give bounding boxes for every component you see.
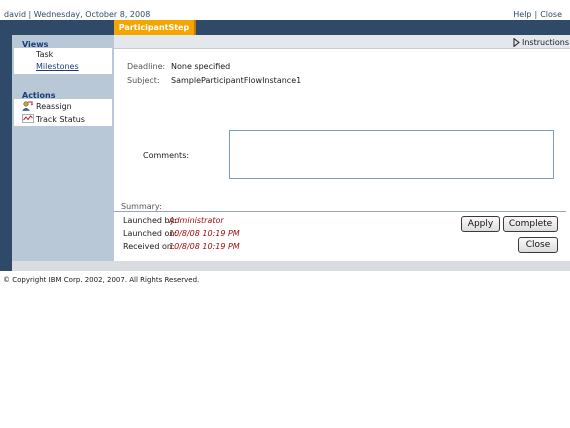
instructions-bar: [114, 35, 570, 49]
apply-button[interactable]: Apply: [461, 216, 500, 232]
tab-participant-step[interactable]: ParticipantStep: [114, 20, 196, 35]
comments-textarea[interactable]: [229, 130, 554, 179]
help-link[interactable]: Help: [513, 10, 531, 19]
reassign-icon[interactable]: [22, 101, 33, 111]
track-status-action[interactable]: Track Status: [36, 115, 85, 124]
frame-bottom-bar: [0, 261, 570, 271]
close-link[interactable]: Close: [540, 10, 562, 19]
summary-divider: [114, 211, 566, 212]
track-status-icon[interactable]: [22, 114, 34, 123]
sidebar-item-task[interactable]: Task: [36, 50, 53, 59]
frame-bottom-corner: [0, 261, 12, 271]
comments-label: Comments:: [143, 151, 190, 160]
received-on-value: 10/8/08 10:19 PM: [169, 242, 240, 251]
header-links: Help | Close: [513, 10, 562, 19]
subject-value: SampleParticipantFlowInstance1: [171, 76, 302, 85]
subject-label: Subject:: [127, 76, 160, 85]
received-on-label: Received on:: [123, 242, 175, 251]
sidebar-item-milestones[interactable]: Milestones: [36, 62, 79, 71]
copyright-text: © Copyright IBM Corp. 2002, 2007. All Ri…: [3, 276, 200, 284]
frame-top-bar: [12, 20, 570, 35]
frame-left-bar: [0, 20, 12, 271]
close-button[interactable]: Close: [518, 237, 558, 253]
summary-heading: Summary:: [121, 202, 162, 211]
user-date-text: david | Wednesday, October 8, 2008: [4, 10, 151, 19]
header-separator: |: [534, 10, 538, 19]
instructions-link[interactable]: Instructions: [513, 38, 569, 47]
reassign-action[interactable]: Reassign: [36, 102, 72, 111]
launched-by-value: Administrator: [169, 216, 224, 225]
launched-on-value: 10/8/08 10:19 PM: [169, 229, 240, 238]
deadline-value: None specified: [171, 62, 231, 71]
complete-button[interactable]: Complete: [503, 216, 558, 232]
deadline-label: Deadline:: [127, 62, 166, 71]
